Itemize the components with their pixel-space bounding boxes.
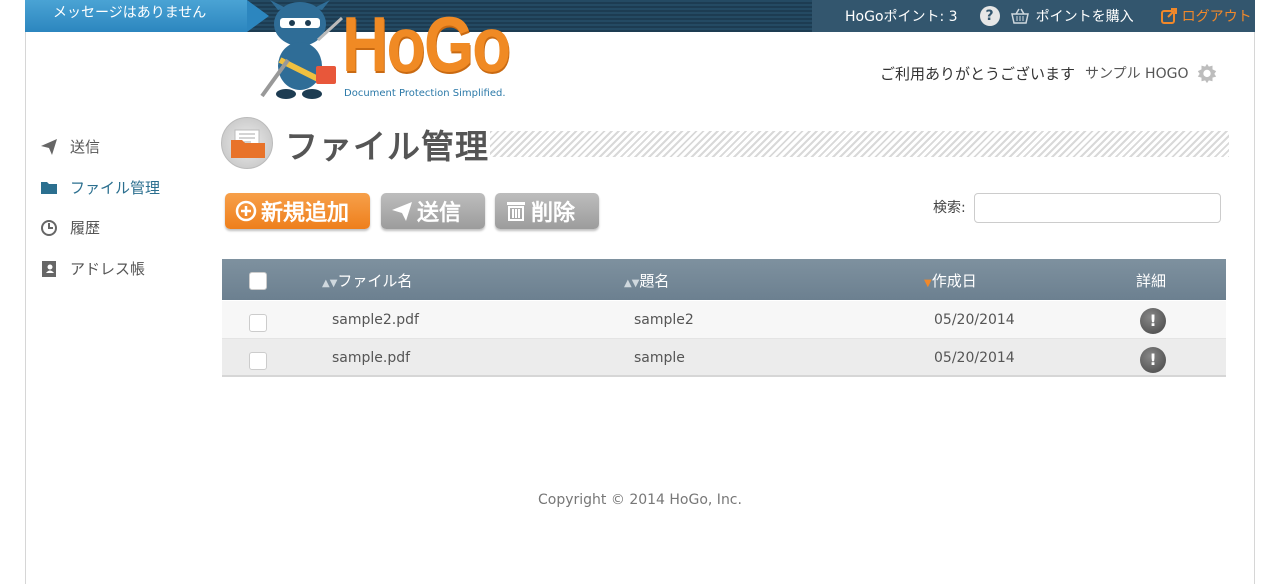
- search-label: 検索:: [933, 200, 966, 216]
- logout-label: ログアウト: [1181, 9, 1252, 25]
- send-button[interactable]: 送信: [381, 193, 485, 229]
- user-name: サンプル HOGO: [1085, 66, 1189, 82]
- details-icon[interactable]: !: [1140, 308, 1166, 334]
- row-created: 05/20/2014: [934, 312, 1015, 328]
- hogo-logo[interactable]: HoGo Document Protection Simplified.: [258, 0, 511, 102]
- ninja-mascot-icon: [260, 0, 344, 99]
- title-divider: [490, 131, 1229, 157]
- basket-icon: [1010, 8, 1029, 24]
- table-row: sample.pdf sample 05/20/2014 !: [222, 339, 1226, 377]
- gear-icon[interactable]: [1196, 62, 1218, 84]
- row-filename[interactable]: sample.pdf: [332, 350, 410, 366]
- sidebar-item-label: アドレス帳: [70, 260, 146, 278]
- column-subject[interactable]: ▲▼題名: [624, 270, 669, 291]
- row-checkbox[interactable]: [249, 352, 267, 370]
- top-bar: メッセージはありません HoGoポイント: 3 ? ポイントを購入 ログアウト: [25, 0, 1255, 32]
- file-table-header: ▲▼ファイル名 ▲▼題名 ▼作成日 詳細: [222, 259, 1226, 300]
- buy-points-label: ポイントを購入: [1035, 9, 1134, 25]
- points-balance: HoGoポイント: 3: [845, 9, 958, 25]
- trash-icon: [507, 202, 525, 221]
- add-new-label: 新規追加: [261, 201, 350, 226]
- account-bar: HoGoポイント: 3 ? ポイントを購入 ログアウト: [812, 0, 1255, 32]
- page-title: ファイル管理: [285, 127, 489, 166]
- sidebar-item-history[interactable]: 履歴: [40, 217, 100, 238]
- row-checkbox[interactable]: [249, 314, 267, 332]
- row-created: 05/20/2014: [934, 350, 1015, 366]
- row-filename[interactable]: sample2.pdf: [332, 312, 419, 328]
- delete-button[interactable]: 削除: [495, 193, 599, 229]
- buy-points-link[interactable]: ポイントを購入: [1010, 6, 1134, 26]
- details-icon[interactable]: !: [1140, 347, 1166, 373]
- row-subject: sample2: [634, 312, 694, 328]
- sort-icon: ▲▼: [322, 278, 338, 289]
- copyright: Copyright © 2014 HoGo, Inc.: [538, 492, 742, 508]
- send-label: 送信: [417, 201, 462, 226]
- logo-tagline: Document Protection Simplified.: [344, 88, 506, 99]
- folder-icon: [41, 181, 57, 194]
- file-management-icon: [221, 117, 273, 169]
- sidebar-item-label: 履歴: [70, 219, 101, 237]
- address-book-icon: [42, 260, 56, 277]
- row-subject: sample: [634, 350, 685, 366]
- logo-wordmark: HoGo: [342, 0, 511, 88]
- clock-icon: [41, 219, 57, 236]
- logout-link[interactable]: ログアウト: [1160, 6, 1252, 26]
- message-status[interactable]: メッセージはありません: [25, 0, 269, 32]
- sidebar-item-address-book[interactable]: アドレス帳: [40, 258, 145, 279]
- help-icon[interactable]: ?: [979, 6, 1000, 26]
- sidebar-item-label: 送信: [70, 138, 101, 156]
- sidebar-item-send[interactable]: 送信: [40, 136, 100, 157]
- greeting-text: ご利用ありがとうございます: [880, 64, 1076, 83]
- search-input[interactable]: [974, 193, 1221, 223]
- sidebar-item-file-management[interactable]: ファイル管理: [40, 177, 160, 198]
- table-row: sample2.pdf sample2 05/20/2014 !: [222, 301, 1226, 339]
- column-filename[interactable]: ▲▼ファイル名: [322, 270, 412, 291]
- delete-label: 削除: [531, 201, 576, 226]
- select-all-checkbox[interactable]: [249, 272, 267, 290]
- sort-desc-icon: ▼: [924, 278, 932, 289]
- sidebar-item-label: ファイル管理: [70, 179, 161, 197]
- user-greeting: ご利用ありがとうございます サンプル HOGO: [880, 62, 1218, 84]
- plus-circle-icon: [235, 200, 257, 222]
- column-created[interactable]: ▼作成日: [924, 270, 977, 291]
- paper-plane-icon: [392, 202, 412, 221]
- add-new-button[interactable]: 新規追加: [225, 193, 370, 229]
- paper-plane-icon: [41, 138, 57, 155]
- logout-icon: [1160, 8, 1177, 24]
- sort-icon: ▲▼: [624, 278, 640, 289]
- column-details: 詳細: [1136, 272, 1167, 290]
